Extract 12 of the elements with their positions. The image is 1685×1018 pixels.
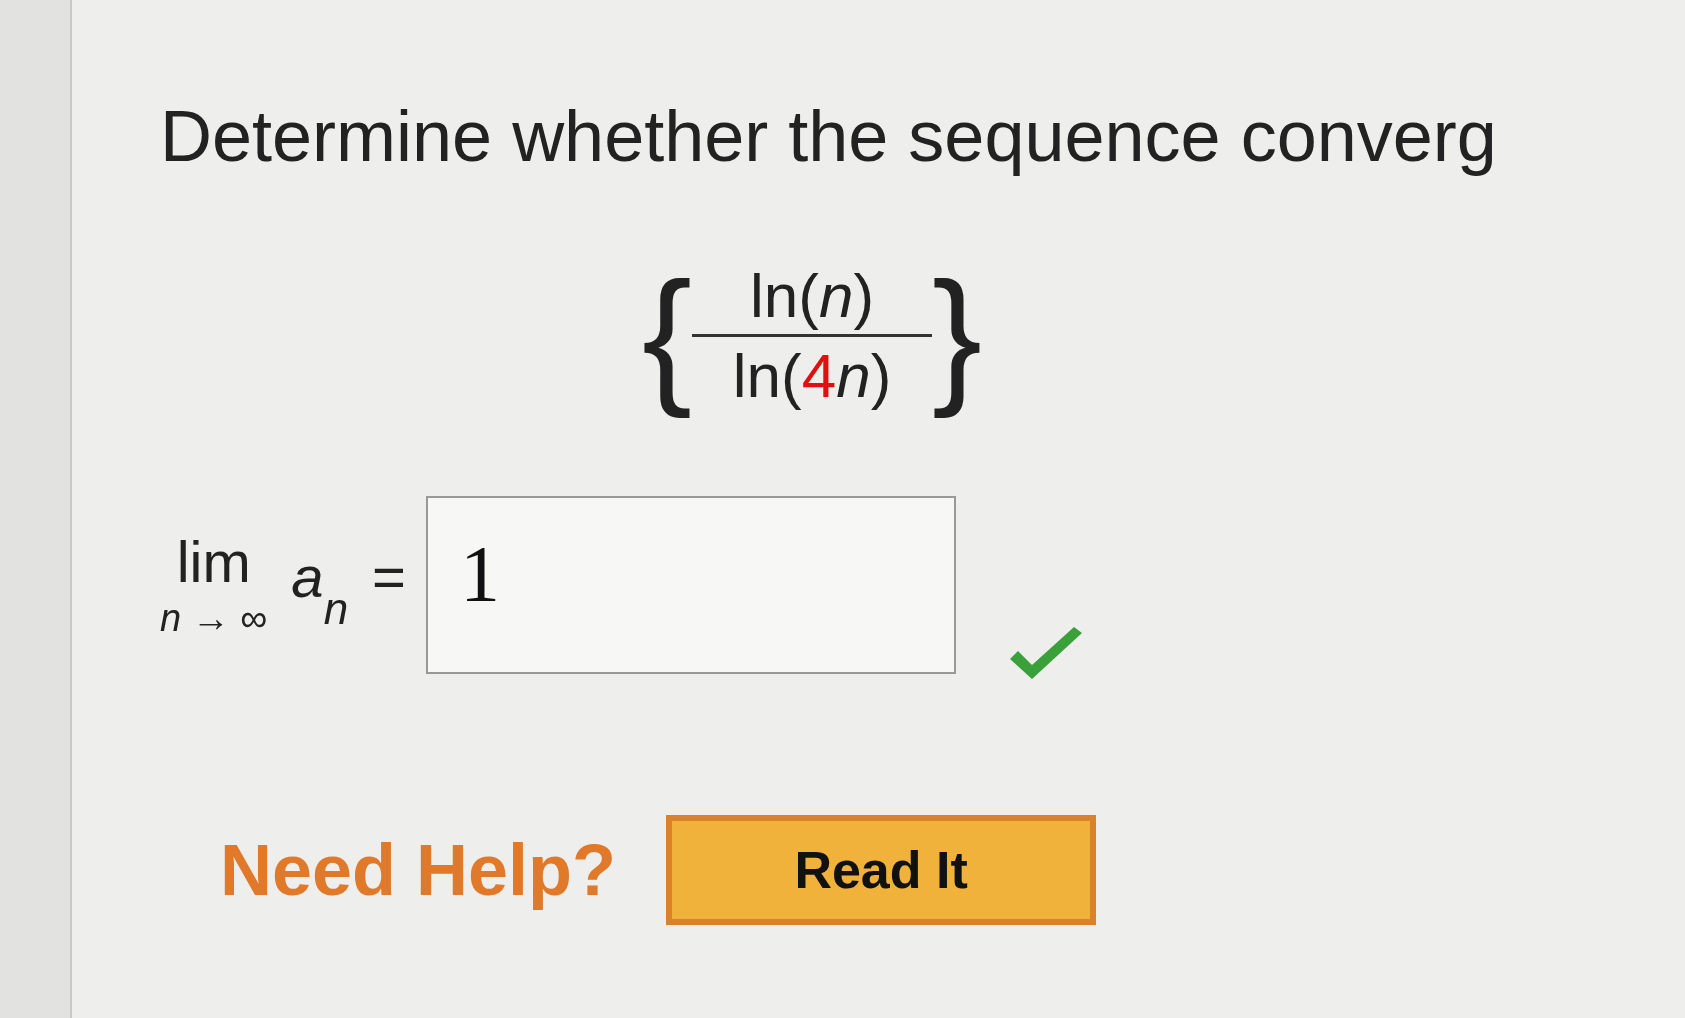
term-index: n <box>323 582 349 635</box>
equals-sign: = <box>372 543 406 611</box>
limit-operator: lim <box>176 532 251 591</box>
numerator: ln(n) <box>749 259 876 332</box>
need-help-label: Need Help? <box>220 828 617 912</box>
limit-subscript: n → ∞ <box>160 598 268 637</box>
opening-brace: { <box>642 250 693 421</box>
denominator: ln(4n) <box>731 340 893 413</box>
sequence-term: a <box>291 543 324 611</box>
closing-brace: } <box>932 250 983 421</box>
answer-field[interactable]: 1 <box>426 495 956 674</box>
read-it-button[interactable]: Read It <box>666 814 1097 925</box>
